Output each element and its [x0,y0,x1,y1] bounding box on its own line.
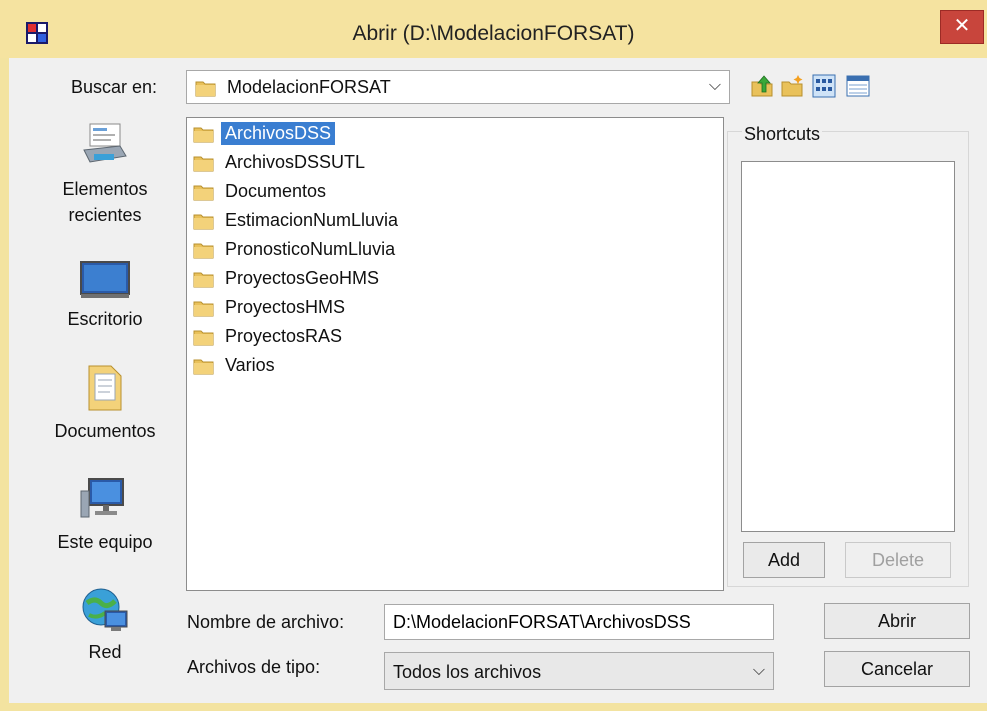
file-type-value: Todos los archivos [393,662,542,682]
place-label: Escritorio [67,309,143,329]
folder-icon [193,356,215,376]
chevron-down-icon[interactable]: ⌵ [753,662,765,680]
delete-shortcut-button[interactable]: Delete [845,542,951,578]
place-recent-items[interactable]: Elementos recientes [40,120,170,228]
open-dialog: Abrir (D:\ModelacionFORSAT) ✕ Buscar en:… [0,0,987,711]
new-folder-icon[interactable] [780,74,804,98]
desktop-icon [80,261,130,298]
file-name: ArchivosDSSUTL [225,152,366,172]
folder-icon [193,269,215,289]
documents-icon [88,365,122,411]
look-in-label: Buscar en: [71,77,158,97]
folder-icon [193,124,215,144]
place-label: Elementos recientes [62,179,148,225]
folder-icon [193,298,215,318]
place-label: Este equipo [57,532,153,552]
file-name: ArchivosDSS [221,122,336,145]
place-label: Documentos [54,421,156,441]
file-name: EstimacionNumLluvia [225,210,399,230]
cancel-button[interactable]: Cancelar [824,651,970,687]
list-view-icon[interactable] [812,74,836,98]
window-title: Abrir (D:\ModelacionFORSAT) [352,22,635,45]
place-desktop[interactable]: Escritorio [40,258,170,332]
folder-icon [193,327,215,347]
file-name: ProyectosRAS [225,326,343,346]
file-name: ProyectosHMS [225,297,346,317]
place-documents[interactable]: Documentos [40,360,170,444]
window-frame-bottom [0,703,987,711]
folder-icon [193,211,215,231]
up-one-level-icon[interactable] [750,74,774,98]
file-list[interactable]: ArchivosDSS ArchivosDSSUTL Documentos Es… [186,117,724,591]
recent-items-icon [83,123,127,163]
file-name: ProyectosGeoHMS [225,268,380,288]
chevron-down-icon[interactable]: ⌵ [709,77,721,95]
place-this-pc[interactable]: Este equipo [40,475,170,555]
title-bar[interactable]: Abrir (D:\ModelacionFORSAT) ✕ [0,0,987,58]
file-type-dropdown[interactable]: Todos los archivos ⌵ [384,652,774,690]
file-name-input[interactable] [384,604,774,640]
computer-icon [80,478,124,518]
place-label: Red [88,642,122,662]
look-in-dropdown[interactable]: ModelacionFORSAT ⌵ [186,70,730,104]
folder-icon [193,240,215,260]
file-type-label: Archivos de tipo: [187,657,321,677]
shortcuts-list[interactable] [741,161,955,532]
file-name-label: Nombre de archivo: [187,612,345,632]
file-name: PronosticoNumLluvia [225,239,396,259]
close-button[interactable]: ✕ [940,10,984,44]
look-in-value: ModelacionFORSAT [227,77,391,97]
add-shortcut-button[interactable]: Add [743,542,825,578]
details-view-icon[interactable] [846,74,870,98]
folder-icon [193,182,215,202]
folder-icon [195,78,217,98]
file-name: Varios [225,355,275,375]
shortcuts-label: Shortcuts [742,124,823,145]
open-button[interactable]: Abrir [824,603,970,639]
file-name: Documentos [225,181,327,201]
folder-icon [193,153,215,173]
place-network[interactable]: Red [40,585,170,665]
network-icon [82,588,128,631]
close-icon: ✕ [953,15,971,37]
